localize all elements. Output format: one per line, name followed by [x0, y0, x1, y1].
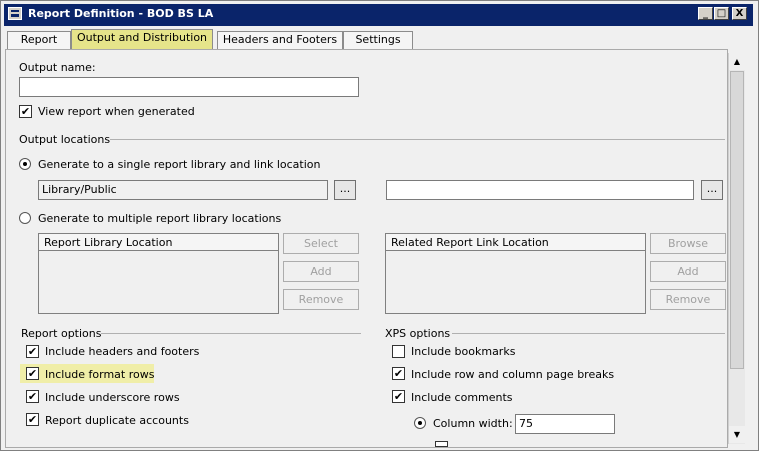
- include-underscore-rows-checkbox[interactable]: ✔: [26, 390, 39, 403]
- maximize-button[interactable]: □: [714, 7, 729, 20]
- include-bookmarks-checkbox[interactable]: [392, 345, 405, 358]
- link-location-input[interactable]: [386, 180, 694, 200]
- view-report-label: View report when generated: [38, 105, 195, 118]
- partial-checkbox[interactable]: [435, 441, 448, 447]
- related-report-link-header[interactable]: Related Report Link Location: [386, 234, 645, 251]
- column-width-radio[interactable]: [414, 417, 426, 429]
- include-bookmarks-label: Include bookmarks: [411, 345, 516, 358]
- single-location-label: Generate to a single report library and …: [38, 158, 321, 171]
- include-page-breaks-checkbox[interactable]: ✔: [392, 367, 405, 380]
- select-button[interactable]: Select: [283, 233, 359, 254]
- report-options-heading: Report options: [21, 327, 102, 340]
- include-format-rows-label: Include format rows: [45, 368, 155, 381]
- view-report-checkbox[interactable]: ✔: [19, 105, 32, 118]
- window-icon: [8, 7, 22, 20]
- vertical-scrollbar[interactable]: ▲ ▼: [728, 53, 745, 444]
- include-page-breaks-label: Include row and column page breaks: [411, 368, 615, 381]
- title-bar[interactable]: Report Definition - BOD BS LA _ □ X: [4, 4, 753, 26]
- single-location-radio[interactable]: [19, 158, 31, 170]
- window-title: Report Definition - BOD BS LA: [28, 7, 214, 20]
- output-name-label: Output name:: [19, 61, 96, 74]
- include-underscore-rows-label: Include underscore rows: [45, 391, 180, 404]
- report-options-divider: [101, 333, 361, 334]
- include-headers-footers-checkbox[interactable]: ✔: [26, 345, 39, 358]
- column-width-label: Column width:: [433, 417, 513, 430]
- output-name-input[interactable]: [19, 77, 359, 97]
- multiple-locations-radio[interactable]: [19, 212, 31, 224]
- tab-settings[interactable]: Settings: [343, 31, 413, 49]
- column-width-input[interactable]: 75: [515, 414, 615, 434]
- include-headers-footers-label: Include headers and footers: [45, 345, 200, 358]
- browse-button[interactable]: Browse: [650, 233, 726, 254]
- xps-options-divider: [452, 333, 725, 334]
- library-browse-button[interactable]: ...: [334, 180, 356, 200]
- include-comments-checkbox[interactable]: ✔: [392, 390, 405, 403]
- link-browse-button[interactable]: ...: [701, 180, 723, 200]
- scroll-down-arrow-icon[interactable]: ▼: [729, 426, 745, 443]
- include-comments-label: Include comments: [411, 391, 513, 404]
- remove-link-button[interactable]: Remove: [650, 289, 726, 310]
- include-format-rows-checkbox[interactable]: ✔: [26, 367, 39, 380]
- output-locations-heading: Output locations: [19, 133, 111, 146]
- output-locations-divider: [110, 139, 725, 140]
- scroll-thumb[interactable]: [730, 71, 744, 369]
- tab-report[interactable]: Report: [7, 31, 71, 49]
- report-library-location-header[interactable]: Report Library Location: [39, 234, 278, 251]
- tab-strip: Report Output and Distribution Headers a…: [5, 27, 750, 50]
- remove-library-button[interactable]: Remove: [283, 289, 359, 310]
- report-duplicate-accounts-checkbox[interactable]: ✔: [26, 413, 39, 426]
- add-link-button[interactable]: Add: [650, 261, 726, 282]
- xps-options-heading: XPS options: [385, 327, 451, 340]
- related-report-link-list[interactable]: Related Report Link Location: [385, 233, 646, 314]
- tab-headers-and-footers[interactable]: Headers and Footers: [217, 31, 343, 49]
- report-definition-window: Report Definition - BOD BS LA _ □ X Repo…: [0, 0, 759, 451]
- multiple-locations-label: Generate to multiple report library loca…: [38, 212, 282, 225]
- tab-output-and-distribution[interactable]: Output and Distribution: [71, 29, 213, 50]
- minimize-button[interactable]: _: [698, 7, 713, 20]
- add-library-button[interactable]: Add: [283, 261, 359, 282]
- scroll-up-arrow-icon[interactable]: ▲: [729, 53, 745, 70]
- report-library-location-list[interactable]: Report Library Location: [38, 233, 279, 314]
- close-button[interactable]: X: [732, 7, 747, 20]
- library-location-input[interactable]: Library/Public: [38, 180, 328, 200]
- report-duplicate-accounts-label: Report duplicate accounts: [45, 414, 189, 427]
- output-distribution-panel: Output name: ✔ View report when generate…: [5, 49, 728, 448]
